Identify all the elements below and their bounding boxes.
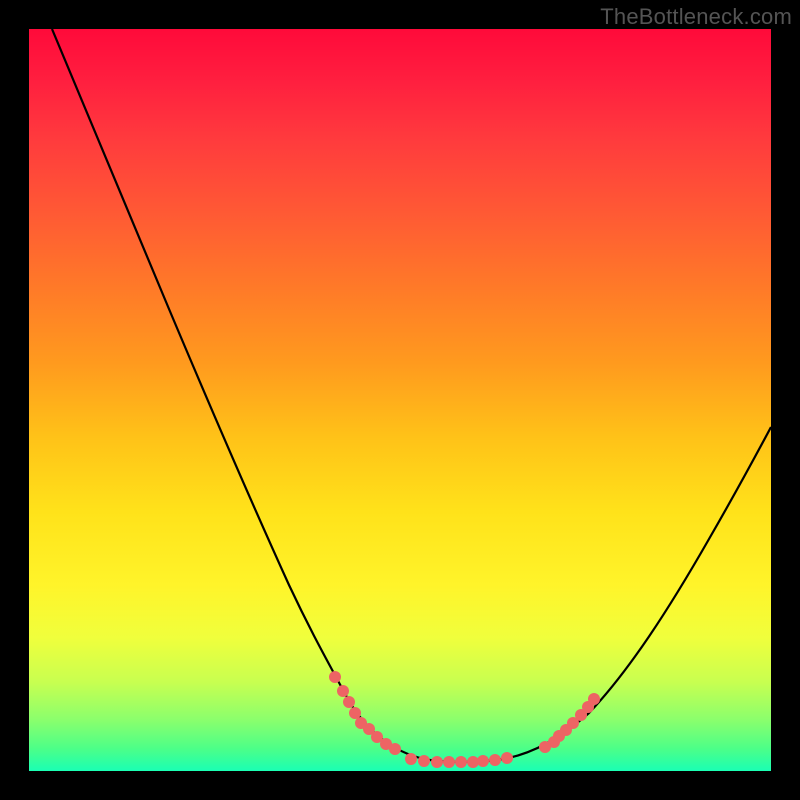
curve-line [52, 29, 771, 762]
dot-cluster-right [539, 693, 600, 753]
watermark-text: TheBottleneck.com [600, 4, 792, 30]
dot-cluster-bottom [405, 752, 513, 768]
plot-area [29, 29, 771, 771]
chart-container: TheBottleneck.com [0, 0, 800, 800]
chart-svg [29, 29, 771, 771]
